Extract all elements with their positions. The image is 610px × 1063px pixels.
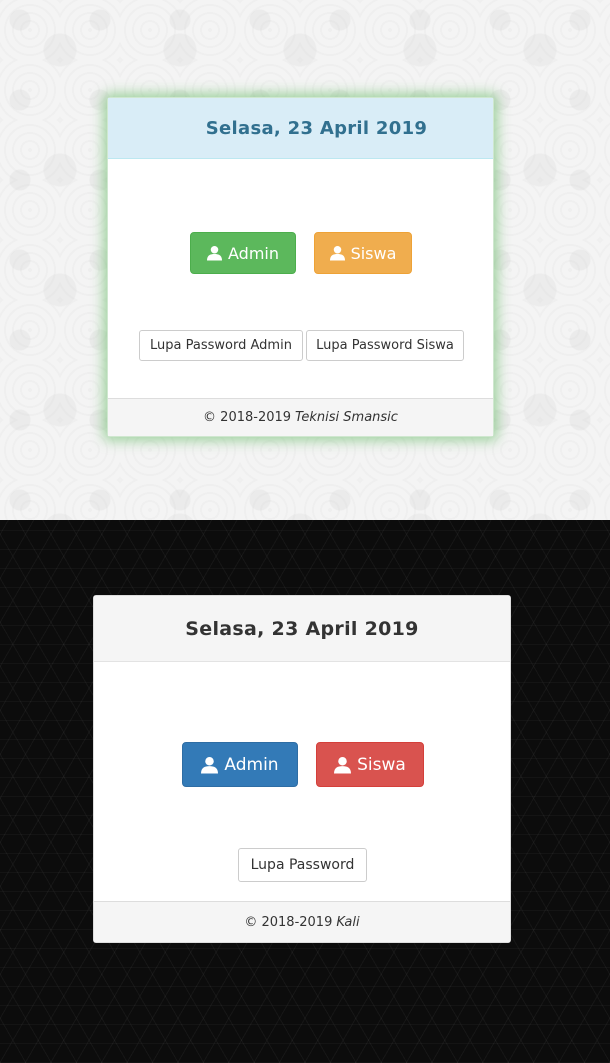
admin-button-label: Admin — [224, 754, 279, 775]
siswa-login-button[interactable]: Siswa — [316, 742, 424, 787]
login-panel-dark: Selasa, 23 April 2019 Admin Siswa Lupa P… — [93, 595, 511, 943]
admin-login-button[interactable]: Admin — [182, 742, 298, 787]
panel-footer: © 2018-2019 Kali — [94, 901, 510, 942]
panel-header: Selasa, 23 April 2019 — [94, 596, 510, 662]
admin-login-button[interactable]: Admin — [190, 232, 296, 274]
admin-button-label: Admin — [228, 243, 279, 263]
date-title: Selasa, 23 April 2019 — [205, 117, 428, 139]
user-icon — [207, 245, 222, 261]
dark-theme-section: Selasa, 23 April 2019 Admin Siswa Lupa P… — [0, 520, 610, 1063]
light-theme-section: Selasa, 23 April 2019 Admin Siswa Lupa P… — [0, 0, 610, 520]
siswa-button-label: Siswa — [350, 243, 397, 263]
panel-footer: © 2018-2019 Teknisi Smansic — [108, 398, 493, 436]
copyright-text: © 2018-2019 — [203, 410, 292, 425]
user-icon — [329, 245, 345, 261]
panel-header: Selasa, 23 April 2019 — [108, 98, 493, 159]
user-icon — [334, 756, 352, 773]
forgot-password-admin-button[interactable]: Lupa Password Admin — [139, 330, 303, 361]
forgot-password-siswa-button[interactable]: Lupa Password Siswa — [306, 330, 464, 361]
date-title: Selasa, 23 April 2019 — [185, 617, 419, 640]
user-icon — [201, 756, 219, 773]
siswa-button-label: Siswa — [357, 754, 406, 775]
siswa-login-button[interactable]: Siswa — [314, 232, 412, 274]
author-text: Kali — [336, 914, 360, 930]
author-text: Teknisi Smansic — [295, 410, 398, 425]
forgot-password-button[interactable]: Lupa Password — [238, 848, 367, 882]
login-panel-light: Selasa, 23 April 2019 Admin Siswa Lupa P… — [107, 97, 494, 437]
copyright-text: © 2018-2019 — [244, 914, 333, 930]
